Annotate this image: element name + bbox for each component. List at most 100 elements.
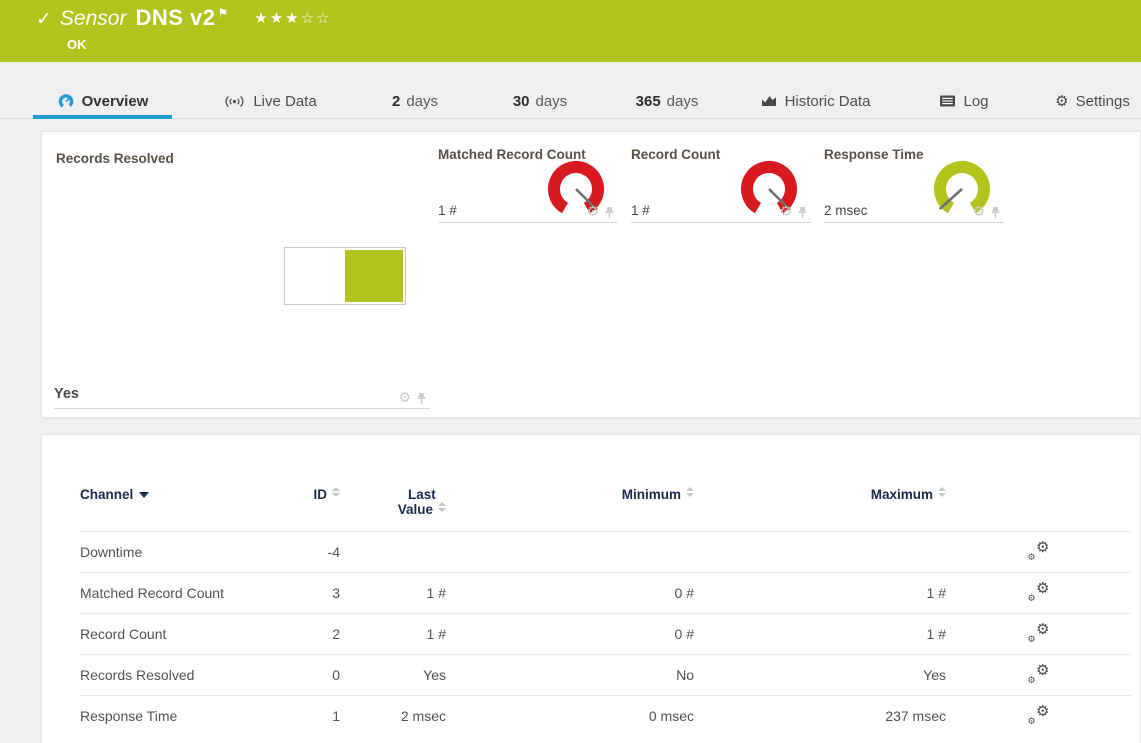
gear-icon: ⚙ (1055, 92, 1068, 110)
broadcast-icon (223, 94, 246, 109)
tab-overview-label: Overview (82, 93, 149, 110)
sort-desc-icon (139, 492, 149, 498)
channel-maximum: 237 msec (694, 696, 946, 737)
tab-log-label: Log (963, 93, 988, 110)
channel-settings-icon[interactable]: ⚙⚙ (1028, 664, 1050, 684)
channel-minimum: No (446, 655, 694, 696)
active-tab-underline (33, 115, 172, 119)
sensor-header: ✓ Sensor DNS v2 ⚑ ★★★☆☆ OK (0, 0, 1141, 62)
channel-minimum (446, 532, 694, 573)
gauge-value: 2 msec (824, 203, 868, 218)
tab-overview[interactable]: Overview (33, 84, 172, 118)
stars-filled: ★★★ (254, 9, 300, 27)
channel-name: Downtime (80, 532, 288, 573)
tab-30-days[interactable]: 30 days (498, 84, 582, 118)
channel-minimum: 0 # (446, 614, 694, 655)
tab-settings-label: Settings (1076, 93, 1130, 110)
channel-id: -4 (288, 532, 340, 573)
sort-icon (938, 487, 946, 497)
channel-last-value: 1 # (340, 614, 446, 655)
pin-icon[interactable] (797, 206, 808, 219)
channel-id: 1 (288, 696, 340, 737)
log-icon (939, 94, 956, 108)
table-row: Record Count 2 1 # 0 # 1 # ⚙⚙ (80, 614, 1131, 655)
tab-30-days-number: 30 (513, 93, 530, 110)
boolean-state-box (284, 247, 406, 305)
channel-maximum: Yes (694, 655, 946, 696)
gauge-value: 1 # (438, 203, 457, 218)
pin-icon[interactable] (416, 392, 427, 405)
channel-maximum (694, 532, 946, 573)
channel-gear-icon[interactable]: ⚙ (972, 205, 985, 219)
status-check-icon: ✓ (36, 8, 52, 30)
sensor-name: DNS v2 (135, 5, 215, 31)
gauge-title: Record Count (631, 147, 720, 162)
flag-icon[interactable]: ⚑ (218, 6, 229, 20)
channel-id: 2 (288, 614, 340, 655)
channel-maximum: 1 # (694, 614, 946, 655)
primary-channel-cell: Records Resolved Yes ⚙ (54, 143, 430, 409)
gauge-cell-record-count: Record Count 1 # ⚙ (631, 143, 811, 223)
channel-last-value: Yes (340, 655, 446, 696)
status-badge: OK (67, 37, 87, 52)
gauge-icon (57, 92, 75, 110)
sensor-kind-label: Sensor (60, 7, 127, 31)
channel-gear-icon[interactable]: ⚙ (398, 391, 411, 405)
gauge-cell-response-time: Response Time 2 msec ⚙ (824, 143, 1004, 223)
primary-channel-value: Yes (54, 386, 79, 402)
channel-id: 3 (288, 573, 340, 614)
channel-minimum: 0 msec (446, 696, 694, 737)
tab-live-data-label: Live Data (253, 93, 316, 110)
tab-historic-data[interactable]: Historic Data (748, 84, 882, 118)
tab-2-days-number: 2 (392, 93, 400, 110)
tab-settings[interactable]: ⚙ Settings (1045, 84, 1140, 118)
overview-panel: Records Resolved Yes ⚙ Matched Record Co… (41, 131, 1141, 418)
tab-2-days-label: days (406, 93, 438, 110)
tab-historic-data-label: Historic Data (785, 93, 871, 110)
tab-30-days-label: days (536, 93, 568, 110)
channel-gear-icon[interactable]: ⚙ (779, 205, 792, 219)
gauge-cell-matched-record-count: Matched Record Count 1 # ⚙ (438, 143, 618, 223)
area-chart-icon (760, 93, 778, 109)
stars-empty: ☆☆ (301, 9, 332, 27)
pin-icon[interactable] (990, 206, 1001, 219)
table-row: Records Resolved 0 Yes No Yes ⚙⚙ (80, 655, 1131, 696)
column-header-last-value[interactable]: Last Value (340, 487, 446, 532)
channel-minimum: 0 # (446, 573, 694, 614)
column-header-channel[interactable]: Channel (80, 487, 288, 532)
channel-settings-icon[interactable]: ⚙⚙ (1028, 582, 1050, 602)
channel-name: Record Count (80, 614, 288, 655)
channel-last-value: 1 # (340, 573, 446, 614)
table-row: Matched Record Count 3 1 # 0 # 1 # ⚙⚙ (80, 573, 1131, 614)
channel-settings-icon[interactable]: ⚙⚙ (1028, 705, 1050, 725)
tab-live-data[interactable]: Live Data (210, 84, 330, 118)
tab-log[interactable]: Log (933, 84, 995, 118)
channel-settings-icon[interactable]: ⚙⚙ (1028, 541, 1050, 561)
channel-gear-icon[interactable]: ⚙ (586, 205, 599, 219)
tab-365-days-label: days (667, 93, 699, 110)
sort-icon (686, 487, 694, 497)
channel-table-panel: Channel ID Last Value Minimum Maximum (41, 434, 1141, 743)
column-header-actions (946, 487, 1131, 532)
column-header-minimum[interactable]: Minimum (446, 487, 694, 532)
channel-maximum: 1 # (694, 573, 946, 614)
channel-name: Records Resolved (80, 655, 288, 696)
channel-settings-icon[interactable]: ⚙⚙ (1028, 623, 1050, 643)
channel-name: Matched Record Count (80, 573, 288, 614)
primary-channel-title: Records Resolved (56, 151, 174, 166)
channel-name: Response Time (80, 696, 288, 737)
table-row: Downtime -4 ⚙⚙ (80, 532, 1131, 573)
tab-365-days[interactable]: 365 days (622, 84, 712, 118)
tab-bar: Overview Live Data 2 days 30 days 365 da… (0, 84, 1141, 119)
column-header-id[interactable]: ID (288, 487, 340, 532)
tab-2-days[interactable]: 2 days (375, 84, 455, 118)
boolean-state-fill (345, 250, 403, 302)
table-row: Response Time 1 2 msec 0 msec 237 msec ⚙… (80, 696, 1131, 737)
gauge-value: 1 # (631, 203, 650, 218)
column-header-maximum[interactable]: Maximum (694, 487, 946, 532)
tab-365-days-number: 365 (636, 93, 661, 110)
priority-stars[interactable]: ★★★☆☆ (254, 9, 331, 27)
pin-icon[interactable] (604, 206, 615, 219)
channel-id: 0 (288, 655, 340, 696)
channel-last-value (340, 532, 446, 573)
